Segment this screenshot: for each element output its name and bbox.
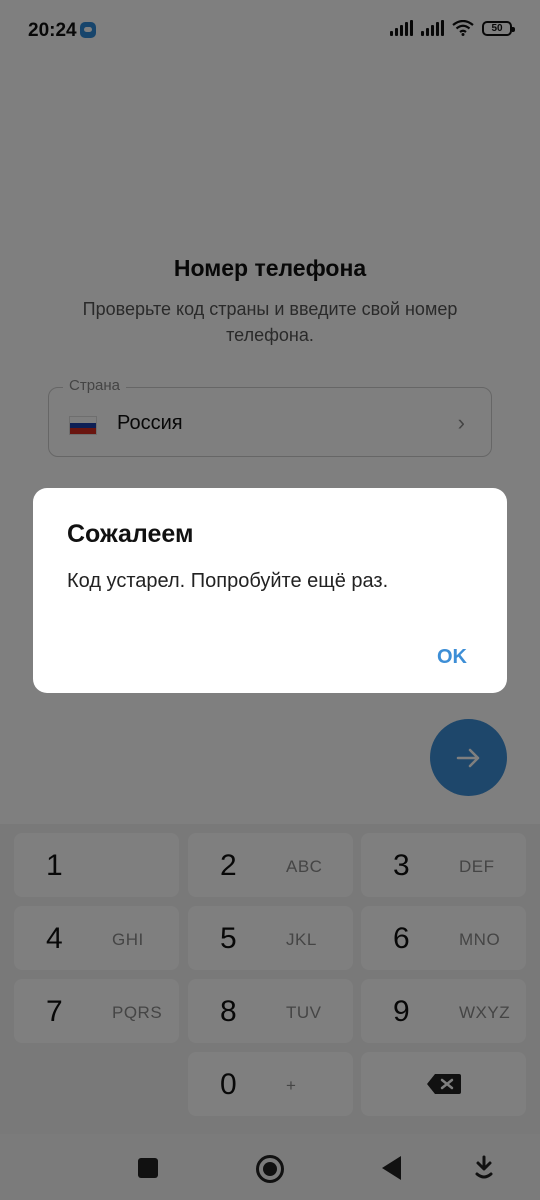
error-dialog: Сожалеем Код устарел. Попробуйте ещё раз… xyxy=(33,488,507,693)
dialog-title: Сожалеем xyxy=(67,520,194,548)
ok-button[interactable]: OK xyxy=(437,646,467,669)
dialog-message: Код устарел. Попробуйте ещё раз. xyxy=(67,570,389,592)
